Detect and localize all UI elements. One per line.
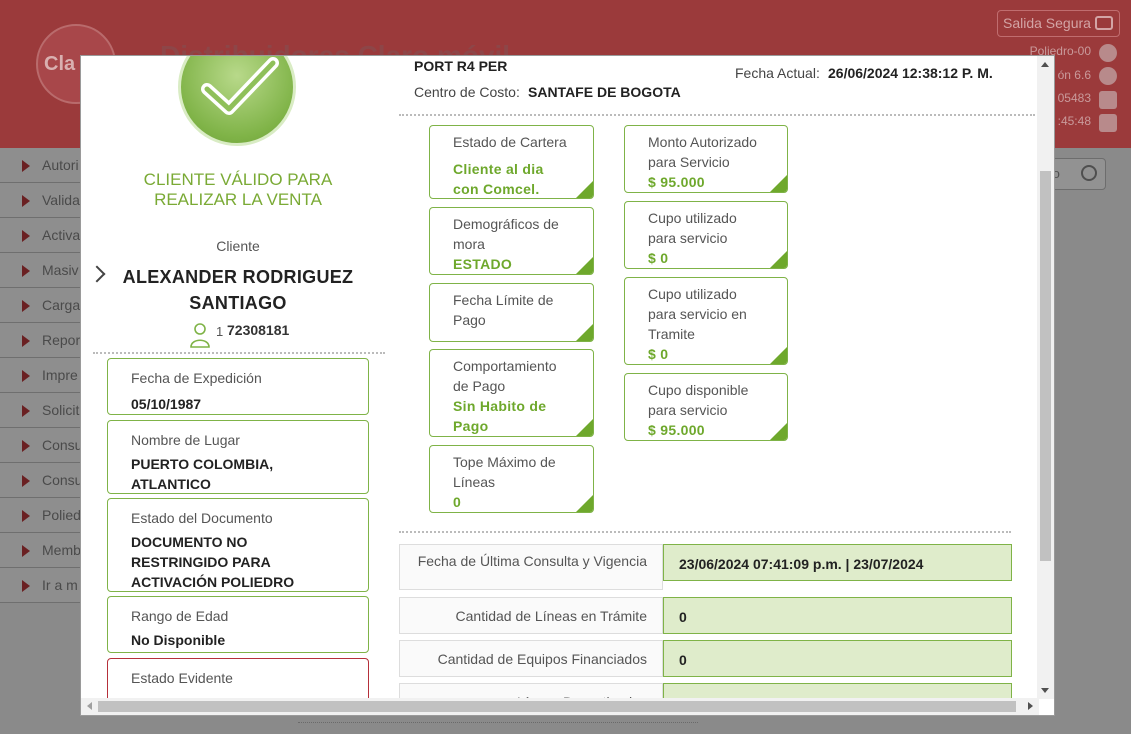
menu-item[interactable]: Carga (0, 288, 92, 323)
version-info: ón 6.6 (1057, 68, 1091, 82)
scroll-right-icon[interactable] (1028, 702, 1033, 710)
scroll-down-icon[interactable] (1041, 688, 1049, 693)
menu-item[interactable]: Valida (0, 183, 92, 218)
scroll-left-icon[interactable] (87, 702, 92, 710)
info-row-financed-devices: Cantidad de Equipos Financiados 0 (399, 640, 1012, 677)
chevron-right-icon (22, 300, 30, 312)
user-icon (190, 323, 210, 348)
chevron-right-icon (22, 335, 30, 347)
chevron-right-icon (22, 160, 30, 172)
fold-corner (770, 251, 787, 268)
fold-corner (576, 324, 593, 341)
divider (399, 114, 1035, 116)
chevron-right-icon (22, 545, 30, 557)
sidebar-menu: Autori Valida Activa Masiv Carga Repor I… (0, 148, 92, 603)
menu-item[interactable]: Consu (0, 463, 92, 498)
chevron-right-icon (22, 370, 30, 382)
fold-corner (576, 419, 593, 436)
chevron-right-icon (22, 195, 30, 207)
chevron-right-icon (22, 580, 30, 592)
database-icon (1099, 91, 1117, 109)
id-type: 1 (216, 324, 224, 339)
detail-card-expedition: Fecha de Expedición 05/10/1987 (107, 358, 369, 415)
horizontal-scrollbar[interactable] (81, 698, 1039, 715)
chevron-right-icon (22, 475, 30, 487)
menu-item[interactable]: Impre (0, 358, 92, 393)
divider (298, 722, 698, 723)
client-validation-modal: CLIENTE VÁLIDO PARA REALIZAR LA VENTA Cl… (80, 55, 1055, 716)
chevron-right-icon (22, 510, 30, 522)
current-date-value: 26/06/2024 12:38:12 P. M. (828, 65, 993, 81)
menu-item[interactable]: Polied (0, 498, 92, 533)
client-label: Cliente (216, 238, 260, 254)
clock-icon (1099, 114, 1117, 132)
menu-item[interactable]: Memb (0, 533, 92, 568)
port-code: PORT R4 PER (414, 58, 508, 74)
tile-payment-limit: Fecha Límite de Pago (429, 283, 594, 342)
divider (399, 531, 1011, 533)
tile-authorized-amount: Monto Autorizado para Servicio $ 95.000 (624, 125, 788, 193)
detail-card-age-range: Rango de Edad No Disponible (107, 596, 369, 653)
tile-used-quota-in-process: Cupo utilizado para servicio en Tramite … (624, 277, 788, 365)
wallet-icon (1095, 16, 1113, 30)
secure-exit-button[interactable]: Salida Segura (997, 10, 1120, 37)
menu-item[interactable]: Solicit (0, 393, 92, 428)
id-number: 72308181 (227, 322, 290, 338)
chevron-right-icon (22, 265, 30, 277)
time-info: :45:48 (1057, 114, 1091, 128)
tile-used-quota: Cupo utilizado para servicio $ 0 (624, 201, 788, 269)
divider (93, 352, 385, 354)
menu-item[interactable]: Repor (0, 323, 92, 358)
secure-exit-label: Salida Segura (1003, 15, 1091, 31)
vertical-scrollbar[interactable] (1037, 56, 1054, 699)
tile-portfolio-status: Estado de Cartera Cliente al dia con Com… (429, 125, 594, 199)
user-icon (1099, 44, 1117, 62)
scroll-thumb[interactable] (1040, 171, 1051, 561)
search-icon (1081, 165, 1097, 181)
chevron-right-icon (22, 440, 30, 452)
client-name: ALEXANDER RODRIGUEZ SANTIAGO (122, 267, 354, 313)
menu-item[interactable]: Ir a m (0, 568, 92, 603)
success-check-icon (178, 56, 296, 146)
fold-corner (770, 423, 787, 440)
fold-corner (770, 347, 787, 364)
chevron-right-icon (22, 230, 30, 242)
tile-available-quota: Cupo disponible para servicio $ 95.000 (624, 373, 788, 441)
detail-card-place: Nombre de Lugar PUERTO COLOMBIA, ATLANTI… (107, 420, 369, 494)
scroll-thumb[interactable] (98, 701, 1016, 712)
globe-icon (1099, 67, 1117, 85)
fold-corner (576, 495, 593, 512)
tile-demographics: Demográficos de mora ESTADO (429, 207, 594, 275)
code-info: 05483 (1057, 91, 1091, 105)
validation-message: CLIENTE VÁLIDO PARA REALIZAR LA VENTA (143, 170, 333, 209)
fold-corner (576, 181, 593, 198)
info-row-last-query: Fecha de Última Consulta y Vigencia 23/0… (399, 544, 1012, 590)
fold-corner (770, 175, 787, 192)
menu-item[interactable]: Consu (0, 428, 92, 463)
cost-center-value: SANTAFE DE BOGOTA (528, 84, 681, 100)
chevron-right-icon (22, 405, 30, 417)
fold-corner (576, 257, 593, 274)
detail-card-document-status: Estado del Documento DOCUMENTO NO RESTRI… (107, 498, 369, 592)
menu-item[interactable]: Masiv (0, 253, 92, 288)
scroll-up-icon[interactable] (1041, 62, 1049, 67)
menu-item[interactable]: Activa (0, 218, 92, 253)
current-date-label: Fecha Actual: (735, 65, 820, 81)
tile-max-lines: Tope Máximo de Líneas 0 (429, 445, 594, 513)
cost-center-label: Centro de Costo: (414, 84, 520, 100)
info-row-lines-in-process: Cantidad de Líneas en Trámite 0 (399, 597, 1012, 634)
menu-item[interactable]: Autori (0, 148, 92, 183)
tile-payment-behavior: Comportamiento de Pago Sin Habito de Pag… (429, 349, 594, 437)
